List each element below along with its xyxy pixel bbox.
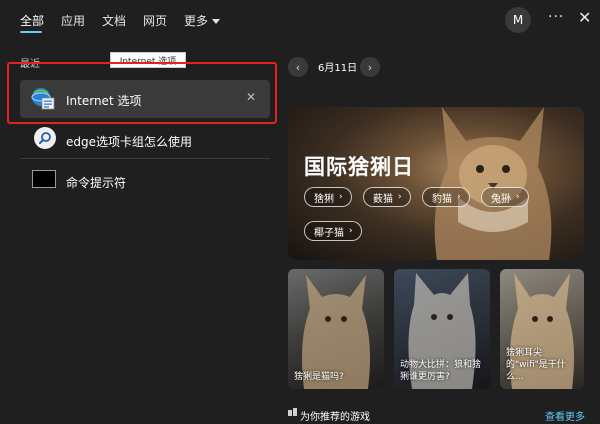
internet-options-icon — [31, 88, 55, 110]
tab-all[interactable]: 全部 — [20, 12, 44, 29]
card-caption: 猞猁是猫吗? — [294, 372, 344, 382]
date-label: 6月11日 — [318, 63, 358, 74]
result-command-prompt[interactable]: 命令提示符 — [20, 164, 270, 200]
web-search-icon — [34, 127, 56, 149]
recommended-games-label: 为你推荐的游戏 — [300, 412, 370, 423]
chevron-right-icon: › — [349, 226, 353, 236]
chevron-left-icon: ‹ — [295, 60, 301, 74]
more-options-icon[interactable]: ··· — [548, 9, 564, 25]
lynx-image — [434, 107, 552, 260]
pill-label: 豹猫 — [432, 193, 452, 205]
result-label: Internet 选项 — [66, 94, 142, 108]
tab-more[interactable]: 更多 — [184, 12, 221, 29]
close-icon[interactable]: ✕ — [578, 8, 591, 27]
command-prompt-icon — [32, 170, 56, 188]
card-caption: 猞猁耳尖的"wifi"是干什么... — [506, 348, 566, 382]
tab-documents[interactable]: 文档 — [102, 12, 126, 29]
pill-label: 猞猁 — [314, 193, 334, 205]
result-edge-search[interactable]: edge选项卡组怎么使用 — [20, 123, 270, 159]
previous-day-button[interactable]: ‹ — [288, 57, 308, 77]
pill-label: 椰子猫 — [314, 227, 344, 239]
active-tab-indicator — [20, 31, 42, 33]
tab-apps[interactable]: 应用 — [61, 12, 85, 29]
tab-more-label: 更多 — [184, 14, 209, 28]
pill-palm-civet[interactable]: 椰子猫 › — [304, 221, 362, 241]
result-label: edge选项卡组怎么使用 — [66, 135, 193, 149]
card-caption: 动物大比拼：狼和猞猁谁更厉害? — [400, 360, 482, 382]
top-navigation: 全部 应用 文档 网页 更多 M ··· ✕ — [0, 0, 600, 38]
chevron-right-icon: › — [516, 192, 520, 202]
see-more-link[interactable]: 查看更多 — [545, 408, 585, 423]
chevron-right-icon: › — [367, 60, 373, 74]
tab-web[interactable]: 网页 — [143, 12, 167, 29]
pill-label: 薮猫 — [373, 193, 393, 205]
chevron-right-icon: › — [457, 192, 461, 202]
hero-title: 国际猞猁日 — [304, 155, 414, 179]
avatar[interactable]: M — [505, 7, 531, 33]
news-card-lynx-ears[interactable]: 猞猁耳尖的"wifi"是干什么... — [500, 269, 584, 389]
pill-serval[interactable]: 薮猫 › — [363, 187, 411, 207]
result-internet-options[interactable]: Internet 选项 ✕ — [20, 80, 270, 118]
recommended-games-row: 为你推荐的游戏 查看更多 — [288, 404, 588, 424]
pill-lynx[interactable]: 猞猁 › — [304, 187, 352, 207]
remove-icon[interactable]: ✕ — [246, 90, 256, 104]
chevron-right-icon: › — [339, 192, 343, 202]
pill-label: 兔狲 — [491, 193, 511, 205]
pill-leopard-cat[interactable]: 豹猫 › — [422, 187, 470, 207]
divider — [20, 158, 270, 159]
hero-card[interactable]: 国际猞猁日 猞猁 › 薮猫 › 豹猫 › 兔狲 › 椰子猫 › — [288, 107, 584, 260]
result-label: 命令提示符 — [66, 176, 127, 190]
game-icon — [288, 408, 297, 416]
chevron-down-icon — [212, 19, 221, 24]
pill-pallas-cat[interactable]: 兔狲 › — [481, 187, 529, 207]
news-card-lynx-cat[interactable]: 猞猁是猫吗? — [288, 269, 384, 389]
news-card-wolf-vs-lynx[interactable]: 动物大比拼：狼和猞猁谁更厉害? — [394, 269, 490, 389]
next-day-button[interactable]: › — [360, 57, 380, 77]
chevron-right-icon: › — [398, 192, 402, 202]
